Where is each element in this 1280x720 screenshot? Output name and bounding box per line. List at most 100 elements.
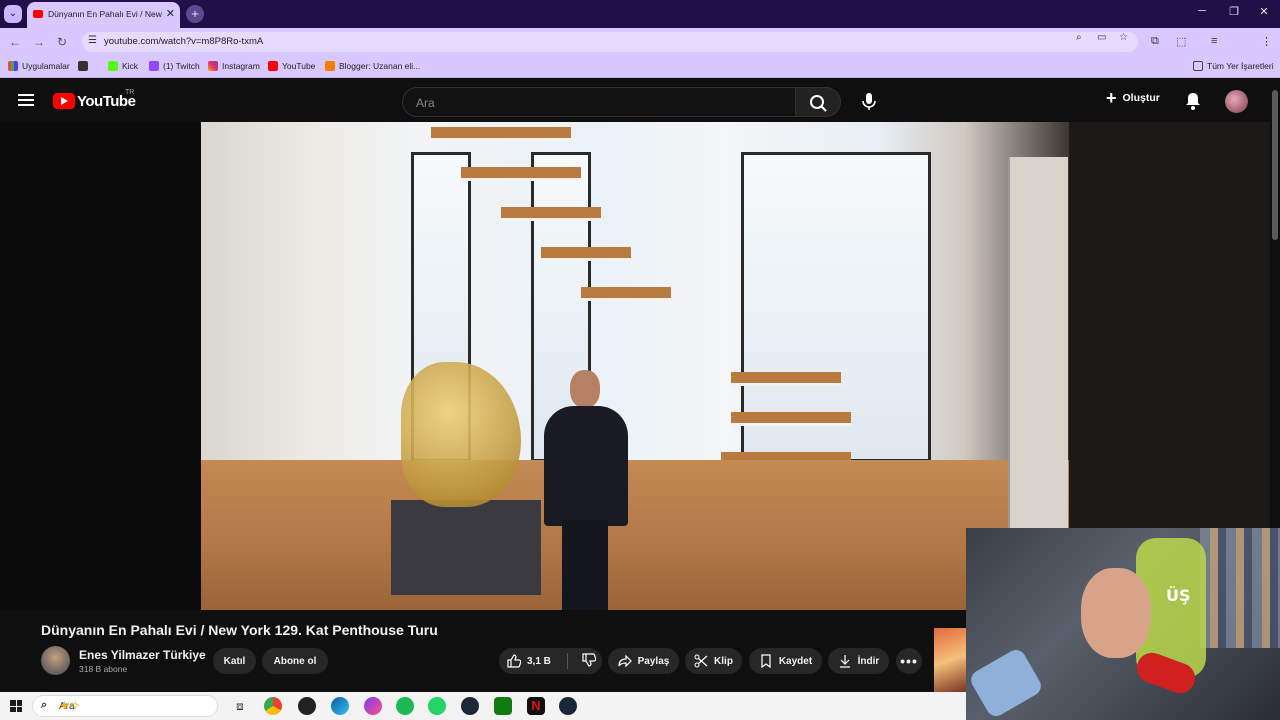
download-icon [839,655,850,668]
netflix-icon[interactable]: N [527,697,545,715]
create-button[interactable]: + Oluştur [1106,88,1160,108]
twitch-icon [149,61,159,71]
streamer-webcam: ÜŞ [966,528,1280,720]
bookmark-twitch[interactable]: (1) Twitch [149,61,200,71]
voice-search-button[interactable] [857,89,881,113]
messenger-icon[interactable] [364,697,382,715]
account-avatar[interactable] [1225,90,1248,113]
site-info-icon[interactable]: ☰ [88,35,97,46]
stair-step [461,167,581,181]
back-button[interactable]: ← [6,33,24,51]
divider [566,653,568,669]
sculpture-pedestal [391,500,541,595]
stair-step [731,412,851,426]
thumbs-down-icon [582,652,597,667]
address-bar[interactable]: ☰ youtube.com/watch?v=m8P8Ro-txmA [82,32,1138,52]
steam-icon-2[interactable] [559,697,577,715]
bookmark-instagram[interactable]: Instagram [208,61,260,71]
thumbs-up-icon [507,654,521,668]
more-actions-button[interactable]: ••• [896,648,922,674]
taskbar-search-input[interactable]: ⌕ Ara ✦✧ [32,695,218,717]
video-title: Dünyanın En Pahalı Evi / New York 129. K… [41,622,438,638]
extensions-icon[interactable]: ⬚ [1176,35,1186,48]
bell-icon [1186,93,1200,110]
xbox-icon[interactable] [494,697,512,715]
bookmark-grid[interactable] [78,61,88,71]
copilot-sparkle-icon: ✦✧ [59,698,81,713]
spotify-icon[interactable] [396,697,414,715]
search-icon: ⌕ [41,699,48,711]
edge-icon[interactable] [331,697,349,715]
share-button[interactable]: Paylaş [608,648,679,674]
webcam-chair-text: ÜŞ [1166,586,1191,605]
translate-icon[interactable]: ⧉ [1151,35,1159,48]
stair-step [501,207,601,221]
share-icon [618,654,632,668]
chrome-icon[interactable] [264,697,282,715]
tab-title: Dünyanın En Pahalı Evi / New Y [48,9,163,19]
country-code: TR [125,89,135,96]
windows-taskbar: ⌕ Ara ✦✧ ⧈ N [0,692,966,720]
minimize-button[interactable]: ─ [1192,5,1212,17]
search-icon [810,95,827,112]
subscriber-count: 318 B abone [79,664,128,674]
dislike-button[interactable] [582,652,597,670]
install-app-icon[interactable]: ▭ [1097,32,1106,43]
search-input[interactable]: Ara [402,87,796,117]
stair-step [431,127,571,141]
task-view-icon[interactable]: ⧈ [231,697,249,715]
address-bar-url: youtube.com/watch?v=m8P8Ro-txmA [104,36,264,47]
hamburger-menu-icon[interactable] [18,94,34,106]
grid-icon [78,61,88,71]
start-button-windows-icon[interactable] [10,700,22,712]
bookmark-icon [761,654,771,668]
obs-icon[interactable] [298,697,316,715]
join-button[interactable]: Katıl [213,648,256,674]
steam-icon[interactable] [461,697,479,715]
all-bookmarks[interactable]: Tüm Yer İşaretleri [1193,61,1274,71]
tab-close-icon[interactable]: ✕ [166,7,175,20]
bookmark-apps[interactable]: Uygulamalar [8,61,70,71]
clip-button[interactable]: Klip [685,648,742,674]
recommended-video-thumbnail[interactable] [934,628,968,692]
bookmark-kick[interactable]: Kick [108,61,138,71]
bookmark-blogger[interactable]: Blogger: Uzanan eli... [325,61,420,71]
stair-step [541,247,631,261]
new-tab-button[interactable]: + [186,5,204,23]
restore-button[interactable]: ❐ [1224,5,1244,18]
more-horizontal-icon: ••• [900,653,918,669]
zoom-icon[interactable]: ⌕ [1076,32,1082,43]
youtube-logo-icon[interactable] [53,93,75,109]
bookmark-star-icon[interactable]: ☆ [1119,32,1128,43]
whatsapp-icon[interactable] [428,697,446,715]
like-button[interactable]: 3,1 B [507,654,551,668]
plus-icon: + [1106,88,1117,108]
instagram-icon [208,61,218,71]
background-shelf [1200,528,1280,648]
channel-avatar[interactable] [41,646,70,675]
gold-sculpture [401,362,521,507]
tab-search-button[interactable]: ⌄ [4,5,22,23]
browser-tab-active[interactable]: Dünyanın En Pahalı Evi / New Y ✕ [27,2,180,28]
scrollbar-thumb[interactable] [1272,90,1278,240]
subscribe-button[interactable]: Abone ol [262,648,328,674]
door [1008,157,1068,547]
channel-name[interactable]: Enes Yilmazer Türkiye [79,648,206,662]
kick-icon [108,61,118,71]
download-button[interactable]: İndir [828,648,889,674]
presenter [536,370,636,610]
save-button[interactable]: Kaydet [749,648,822,674]
bookmark-youtube[interactable]: YouTube [268,61,315,71]
notifications-button[interactable] [1185,92,1201,115]
reload-button[interactable]: ↻ [53,33,71,51]
phone [967,646,1045,720]
search-button[interactable] [795,87,841,117]
stair-step [731,372,841,386]
close-window-button[interactable]: ✕ [1254,5,1274,18]
forward-button[interactable]: → [30,33,48,51]
media-controls-icon[interactable]: ≡ [1211,35,1217,47]
blogger-icon [325,61,335,71]
browser-menu-icon[interactable]: ⋮ [1261,35,1272,48]
microphone-icon [862,93,876,110]
like-dislike-group: 3,1 B [499,648,602,674]
